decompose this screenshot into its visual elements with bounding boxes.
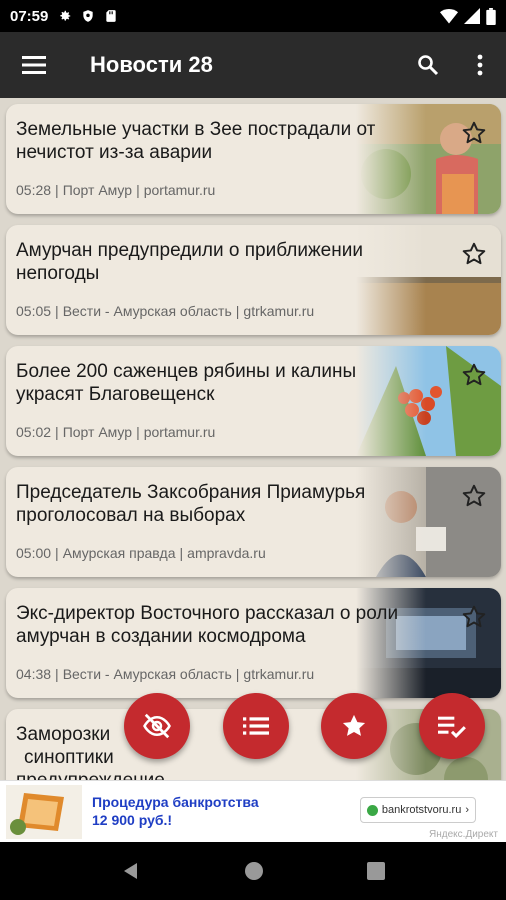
sd-card-icon — [106, 10, 117, 22]
verified-dot-icon — [366, 804, 378, 816]
news-time: 05:05 — [16, 303, 52, 319]
news-meta: 05:05 | Вести - Амурская область | gtrkamur.… — [16, 303, 314, 319]
news-time: 05:28 — [16, 182, 52, 198]
news-feed[interactable]: Земельные участки в Зее пострадали от не… — [0, 98, 506, 780]
wifi-icon — [440, 9, 458, 24]
search-icon — [418, 55, 439, 76]
playlist-check-icon — [438, 716, 466, 738]
news-title-line: непогоды — [16, 263, 100, 284]
shield-icon — [83, 10, 94, 22]
favorite-star-icon[interactable] — [461, 483, 487, 509]
meta-separator: | — [136, 182, 140, 198]
news-domain: gtrkamur.ru — [243, 666, 315, 682]
news-time: 05:00 — [16, 545, 52, 561]
settings-icon — [60, 10, 71, 21]
meta-separator: | — [179, 545, 184, 561]
news-time: 04:38 — [16, 666, 52, 682]
back-icon[interactable] — [121, 861, 141, 881]
favorite-star-icon[interactable] — [461, 241, 487, 267]
ad-banner[interactable]: Процедура банкротства 12 900 руб.! bankr… — [0, 780, 506, 842]
news-domain: ampravda.ru — [187, 545, 266, 561]
news-source: Вести - Амурская область — [62, 303, 232, 319]
news-card[interactable]: Председатель Заксобрания Приамурья прого… — [6, 467, 501, 577]
news-source: Порт Амур — [62, 424, 133, 440]
hamburger-icon — [22, 56, 46, 74]
signal-icon — [464, 8, 480, 24]
news-card[interactable]: Земельные участки в Зее пострадали от не… — [6, 104, 501, 214]
recents-icon[interactable] — [366, 862, 385, 880]
ad-image — [6, 785, 82, 839]
hide-read-button[interactable] — [124, 693, 190, 759]
news-title: Экс-директор Восточного рассказал о роли… — [16, 602, 491, 648]
favorite-star-icon[interactable] — [461, 604, 487, 630]
news-card[interactable]: Амурчан предупредили о приближении непог… — [6, 225, 501, 335]
ad-link-button[interactable]: bankrotstvoru.ru › — [359, 797, 476, 823]
meta-separator: | — [235, 666, 240, 682]
chevron-right-icon: › — [465, 804, 469, 816]
news-title-line: Председатель Заксобрания Приамурья — [16, 482, 366, 503]
news-title: Председатель Заксобрания Приамурья прого… — [16, 481, 491, 527]
ad-link-label: bankrotstvoru.ru — [381, 804, 462, 816]
status-bar: 07:59 — [0, 0, 506, 32]
favorites-button[interactable] — [321, 693, 387, 759]
news-source: Вести - Амурская область — [62, 666, 232, 682]
ad-text: Процедура банкротства 12 900 руб.! — [92, 793, 259, 829]
home-icon[interactable] — [244, 861, 264, 881]
news-domain: portamur.ru — [143, 424, 216, 440]
news-meta: 04:38 | Вести - Амурская область | gtrkamur.… — [16, 666, 314, 682]
meta-separator: | — [55, 303, 59, 319]
ad-headline: Процедура банкротства — [92, 794, 259, 810]
news-title-line: амурчан в создании космодрома — [16, 626, 306, 647]
ad-price: 12 900 руб.! — [92, 812, 173, 828]
news-title: Амурчан предупредили о приближении непог… — [16, 239, 491, 285]
meta-separator: | — [55, 424, 59, 440]
battery-icon — [486, 7, 496, 25]
meta-separator: | — [55, 545, 59, 561]
news-meta: 05:00 | Амурская правда | ampravda.ru — [16, 545, 266, 561]
favorite-star-icon[interactable] — [461, 362, 487, 388]
app-bar: Новости 28 — [0, 32, 506, 98]
meta-separator: | — [55, 666, 59, 682]
star-icon — [342, 714, 366, 736]
news-meta: 05:02 | Порт Амур | portamur.ru — [16, 424, 215, 440]
news-title-line: предупреждение — [16, 769, 491, 780]
search-button[interactable] — [402, 32, 454, 98]
visibility-off-icon — [143, 713, 171, 739]
news-title: Земельные участки в Зее пострадали от не… — [16, 118, 491, 164]
news-source: Амурская правда — [62, 545, 176, 561]
news-title-line: Амурчан предупредили о приближении — [16, 240, 363, 261]
meta-separator: | — [136, 424, 140, 440]
mark-all-read-button[interactable] — [419, 693, 485, 759]
news-domain: gtrkamur.ru — [243, 303, 315, 319]
news-title: Более 200 саженцев рябины и калины украс… — [16, 360, 491, 406]
news-source: Порт Амур — [62, 182, 133, 198]
favorite-star-icon[interactable] — [461, 120, 487, 146]
overflow-menu-button[interactable] — [454, 32, 506, 98]
news-domain: portamur.ru — [143, 182, 216, 198]
news-title-line: нечистот из-за аварии — [16, 142, 213, 163]
system-nav-bar — [0, 842, 506, 900]
menu-button[interactable] — [0, 32, 68, 98]
news-title-line: Экс-директор Восточного рассказал о роли — [16, 603, 399, 624]
news-card[interactable]: Более 200 саженцев рябины и калины украс… — [6, 346, 501, 456]
news-title-line: Земельные участки в Зее пострадали от — [16, 119, 376, 140]
status-time: 07:59 — [10, 7, 49, 25]
news-title-line: Более 200 саженцев рябины и калины — [16, 361, 357, 382]
news-card[interactable]: Экс-директор Восточного рассказал о роли… — [6, 588, 501, 698]
list-view-button[interactable] — [223, 693, 289, 759]
list-icon — [243, 717, 269, 735]
ad-source: Яндекс.Директ — [429, 829, 498, 840]
news-meta: 05:28 | Порт Амур | portamur.ru — [16, 182, 215, 198]
news-time: 05:02 — [16, 424, 52, 440]
app-title: Новости 28 — [90, 52, 213, 77]
meta-separator: | — [235, 303, 240, 319]
meta-separator: | — [55, 182, 59, 198]
more-vert-icon — [477, 54, 483, 76]
news-title-line: проголосовал на выборах — [16, 505, 246, 526]
news-title-line: украсят Благовещенск — [16, 384, 215, 405]
